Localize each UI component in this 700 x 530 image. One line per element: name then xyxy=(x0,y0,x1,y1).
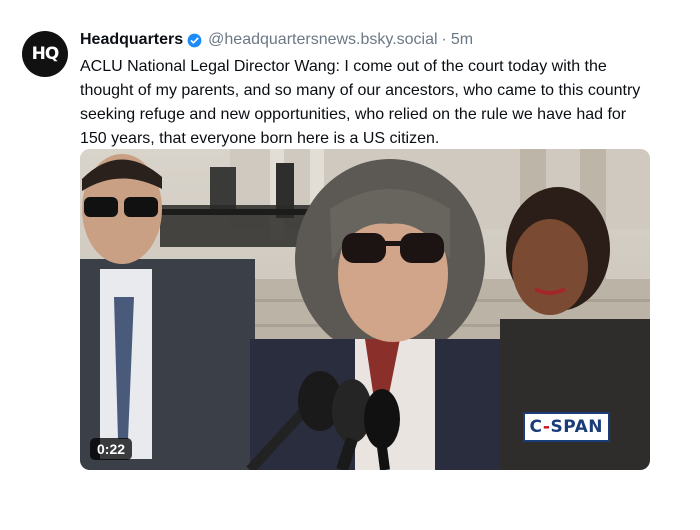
post-text: ACLU National Legal Director Wang: I com… xyxy=(80,58,641,147)
video-player[interactable]: 0:22 C-SPAN xyxy=(80,149,650,470)
cspan-watermark: C-SPAN xyxy=(522,412,610,442)
separator: · xyxy=(441,31,447,48)
post-card[interactable]: HQ Headquarters @headquartersnews.bsky.s… xyxy=(0,0,700,530)
cspan-span: SPAN xyxy=(550,417,603,437)
timestamp[interactable]: 5m xyxy=(451,31,473,49)
video-duration: 0:22 xyxy=(90,438,133,460)
verified-badge-icon xyxy=(187,33,202,48)
display-name[interactable]: Headquarters xyxy=(80,31,183,49)
avatar[interactable]: HQ xyxy=(22,31,68,77)
cspan-c: C xyxy=(529,417,543,437)
handle[interactable]: @headquartersnews.bsky.social xyxy=(208,31,437,49)
post-header: Headquarters @headquartersnews.bsky.soci… xyxy=(80,29,473,51)
